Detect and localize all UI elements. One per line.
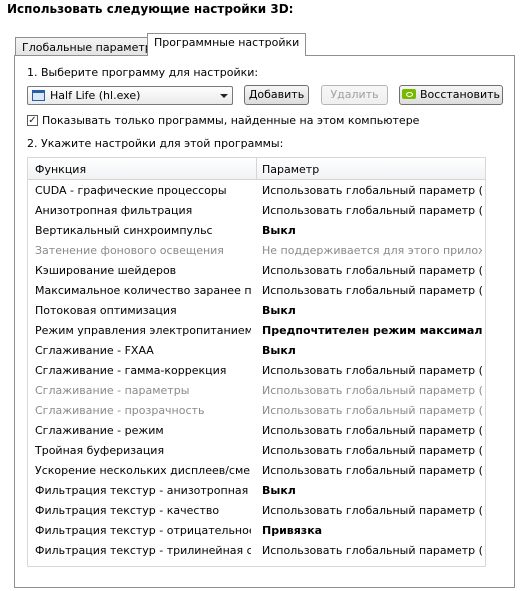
feature-value[interactable]: Использовать глобальный параметр (Р... — [262, 464, 482, 477]
feature-value[interactable]: Использовать глобальный параметр (Вкл) — [262, 364, 482, 377]
feature-name: Сглаживание - режим — [35, 424, 164, 437]
column-header-value[interactable]: Параметр — [262, 163, 319, 176]
tab-global-settings[interactable]: Глобальные параметры — [15, 37, 168, 56]
feature-value[interactable]: Привязка — [262, 524, 482, 537]
feature-value[interactable]: Использовать глобальный параметр (В... — [262, 444, 482, 457]
table-row[interactable]: Фильтрация текстур - качество Использоват… — [28, 500, 485, 520]
table-row[interactable]: Максимальное количество заранее под... Ис… — [28, 280, 485, 300]
feature-name: Кэширование шейдеров — [35, 264, 177, 277]
table-row[interactable]: Ускорение нескольких дисплеев/смеша... Ис… — [28, 460, 485, 480]
feature-name: CUDA - графические процессоры — [35, 184, 227, 197]
feature-name: Анизотропная фильтрация — [35, 204, 193, 217]
feature-name: Фильтрация текстур - отрицательное о... — [35, 524, 251, 537]
table-row[interactable]: Сглаживание - режим Использовать глобальн… — [28, 420, 485, 440]
table-row[interactable]: Затенение фонового освещения Не поддержив… — [28, 240, 485, 260]
feature-name: Сглаживание - FXAA — [35, 344, 154, 357]
feature-value[interactable]: Использовать глобальный параметр (К... — [262, 504, 482, 517]
remove-button[interactable]: Удалить — [321, 85, 388, 105]
feature-value[interactable]: Использовать глобальный параметр (Вкл) — [262, 544, 482, 557]
feature-value[interactable]: Выкл — [262, 304, 482, 317]
grid-header: Функция Параметр — [28, 158, 485, 180]
feature-name: Тройная буферизация — [35, 444, 165, 457]
column-divider[interactable] — [256, 158, 257, 179]
feature-value[interactable]: Использовать глобальный параметр (Все) — [262, 184, 482, 197]
feature-value[interactable]: Использовать глобальный параметр (В... — [262, 424, 482, 437]
feature-name: Сглаживание - гамма-коррекция — [35, 364, 227, 377]
table-row[interactable]: Сглаживание - гамма-коррекция Использоват… — [28, 360, 485, 380]
application-icon — [32, 90, 45, 101]
page-heading: Использовать следующие настройки 3D: — [7, 2, 294, 16]
feature-value[interactable]: Использовать глобальный параметр (В... — [262, 204, 482, 217]
feature-name: Фильтрация текстур - анизотропная оп... — [35, 484, 251, 497]
table-row[interactable]: CUDA - графические процессоры Использоват… — [28, 180, 485, 200]
nvidia-icon — [402, 89, 417, 99]
chevron-down-icon — [220, 94, 228, 98]
feature-name: Сглаживание - прозрачность — [35, 404, 205, 417]
feature-value[interactable]: Использовать глобальный параметр (И... — [262, 284, 482, 297]
table-row[interactable]: Фильтрация текстур - отрицательное о... П… — [28, 520, 485, 540]
settings-grid: Функция Параметр CUDA - графические проц… — [27, 157, 486, 567]
add-button[interactable]: Добавить — [244, 85, 309, 105]
table-row[interactable]: Фильтрация текстур - трилинейная опт... И… — [28, 540, 485, 560]
feature-name: Режим управления электропитанием — [35, 324, 251, 337]
feature-value[interactable]: Выкл — [262, 344, 482, 357]
feature-name: Фильтрация текстур - трилинейная опт... — [35, 544, 251, 557]
feature-value[interactable]: Выкл — [262, 484, 482, 497]
table-row[interactable]: Фильтрация текстур - анизотропная оп... В… — [28, 480, 485, 500]
step1-label: 1. Выберите программу для настройки: — [27, 66, 259, 79]
table-row[interactable]: Сглаживание - FXAA Выкл — [28, 340, 485, 360]
table-row[interactable]: Кэширование шейдеров Использовать глобаль… — [28, 260, 485, 280]
program-select[interactable]: Half Life (hl.exe) — [27, 86, 233, 105]
program-select-value: Half Life (hl.exe) — [50, 89, 141, 102]
restore-button-label: Восстановить — [420, 88, 500, 101]
table-row[interactable]: Анизотропная фильтрация Использовать глоб… — [28, 200, 485, 220]
restore-button[interactable]: Восстановить — [399, 85, 503, 105]
table-row[interactable]: Тройная буферизация Использовать глобальн… — [28, 440, 485, 460]
table-row[interactable]: Сглаживание - прозрачность Использовать г… — [28, 400, 485, 420]
feature-value[interactable]: Использовать глобальный параметр (В... — [262, 404, 482, 417]
feature-name: Максимальное количество заранее под... — [35, 284, 251, 297]
feature-name: Сглаживание - параметры — [35, 384, 190, 397]
feature-value[interactable]: Не поддерживается для этого приложе... — [262, 244, 482, 257]
feature-name: Ускорение нескольких дисплеев/смеша... — [35, 464, 251, 477]
step2-label: 2. Укажите настройки для этой программы: — [27, 137, 284, 150]
feature-name: Потоковая оптимизация — [35, 304, 177, 317]
feature-value[interactable]: Использовать глобальный параметр (В... — [262, 264, 482, 277]
show-found-only-label: Показывать только программы, найденные н… — [42, 114, 420, 127]
feature-name: Вертикальный синхроимпульс — [35, 224, 213, 237]
table-row[interactable]: Режим управления электропитанием Предпочт… — [28, 320, 485, 340]
settings-rows: CUDA - графические процессоры Использоват… — [28, 180, 485, 560]
tab-program-settings[interactable]: Программные настройки — [147, 33, 307, 56]
table-row[interactable]: Потоковая оптимизация Выкл — [28, 300, 485, 320]
feature-value[interactable]: Предпочтителен режим максимал... — [262, 324, 482, 337]
column-header-feature[interactable]: Функция — [35, 163, 86, 176]
show-found-only-checkbox[interactable]: ✓ — [27, 115, 38, 126]
feature-name: Затенение фонового освещения — [35, 244, 224, 257]
feature-value[interactable]: Выкл — [262, 224, 482, 237]
table-row[interactable]: Сглаживание - параметры Использовать глоб… — [28, 380, 485, 400]
feature-value[interactable]: Использовать глобальный параметр (Нет) — [262, 384, 482, 397]
feature-name: Фильтрация текстур - качество — [35, 504, 220, 517]
table-row[interactable]: Вертикальный синхроимпульс Выкл — [28, 220, 485, 240]
